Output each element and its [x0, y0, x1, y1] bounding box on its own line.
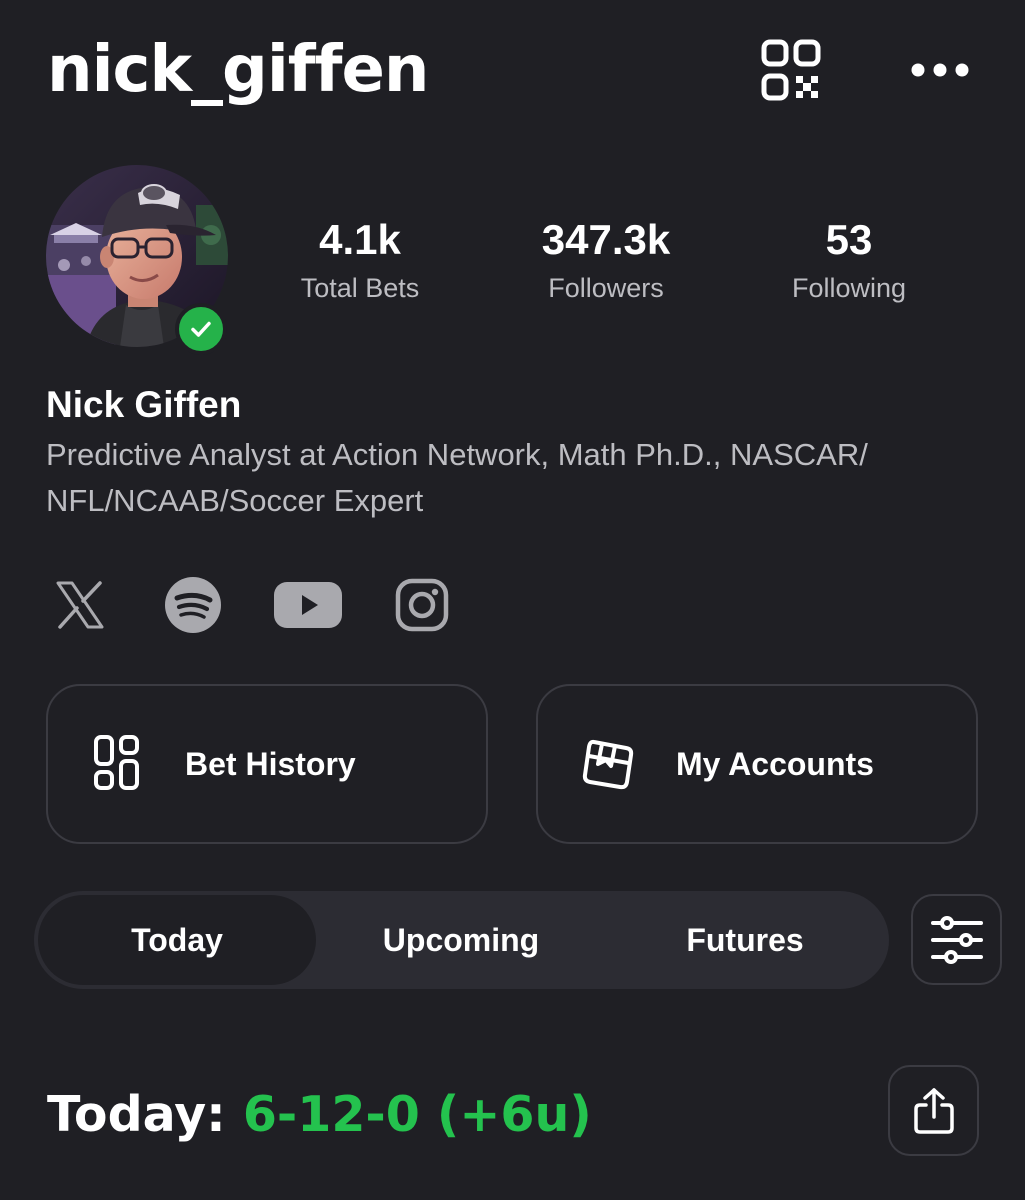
- tab-bar: Today Upcoming Futures: [34, 891, 889, 989]
- stat-label: Total Bets: [300, 273, 420, 303]
- stat-value: 347.3k: [541, 216, 671, 263]
- today-summary: Today: 6-12-0 (+6u): [47, 1082, 592, 1148]
- more-options-button[interactable]: [905, 50, 975, 90]
- stat-following[interactable]: 53 Following: [749, 212, 949, 308]
- x-link[interactable]: [50, 575, 110, 635]
- more-horizontal-icon: [911, 63, 969, 77]
- share-button[interactable]: [888, 1065, 979, 1156]
- username: nick_giffen: [47, 33, 429, 107]
- stat-value: 53: [825, 216, 873, 263]
- youtube-icon: [274, 582, 342, 628]
- share-icon: [913, 1087, 954, 1134]
- tab-today[interactable]: Today: [38, 895, 316, 985]
- x-icon: [56, 581, 104, 629]
- wallet-icon: [582, 739, 634, 790]
- filter-button[interactable]: [911, 894, 1002, 985]
- instagram-icon: [395, 578, 449, 632]
- youtube-link[interactable]: [272, 575, 344, 635]
- stat-followers[interactable]: 347.3k Followers: [506, 212, 706, 308]
- my-accounts-label: My Accounts: [676, 745, 874, 782]
- my-accounts-button[interactable]: My Accounts: [536, 684, 978, 844]
- summary-label: Today:: [47, 1086, 226, 1143]
- summary-record: 6-12-0 (+6u): [242, 1086, 592, 1143]
- stat-label: Following: [791, 273, 907, 303]
- qr-code-button[interactable]: [756, 38, 826, 104]
- checkmark-icon: [191, 321, 211, 337]
- stat-label: Followers: [548, 273, 664, 303]
- bio-text: Predictive Analyst at Action Network, Ma…: [46, 437, 868, 518]
- bet-history-button[interactable]: Bet History: [46, 684, 488, 844]
- display-name: Nick Giffen: [46, 384, 242, 425]
- tab-futures[interactable]: Futures: [606, 895, 884, 985]
- stat-value: 4.1k: [319, 216, 401, 263]
- qr-code-icon: [761, 39, 821, 101]
- spotify-icon: [165, 577, 221, 633]
- sliders-icon: [930, 915, 983, 964]
- bet-history-icon: [94, 735, 139, 790]
- spotify-link[interactable]: [163, 575, 223, 635]
- instagram-link[interactable]: [392, 575, 452, 635]
- stat-total-bets[interactable]: 4.1k Total Bets: [260, 212, 460, 308]
- verified-badge: [175, 303, 227, 355]
- bet-history-label: Bet History: [185, 745, 356, 782]
- tab-upcoming[interactable]: Upcoming: [322, 895, 600, 985]
